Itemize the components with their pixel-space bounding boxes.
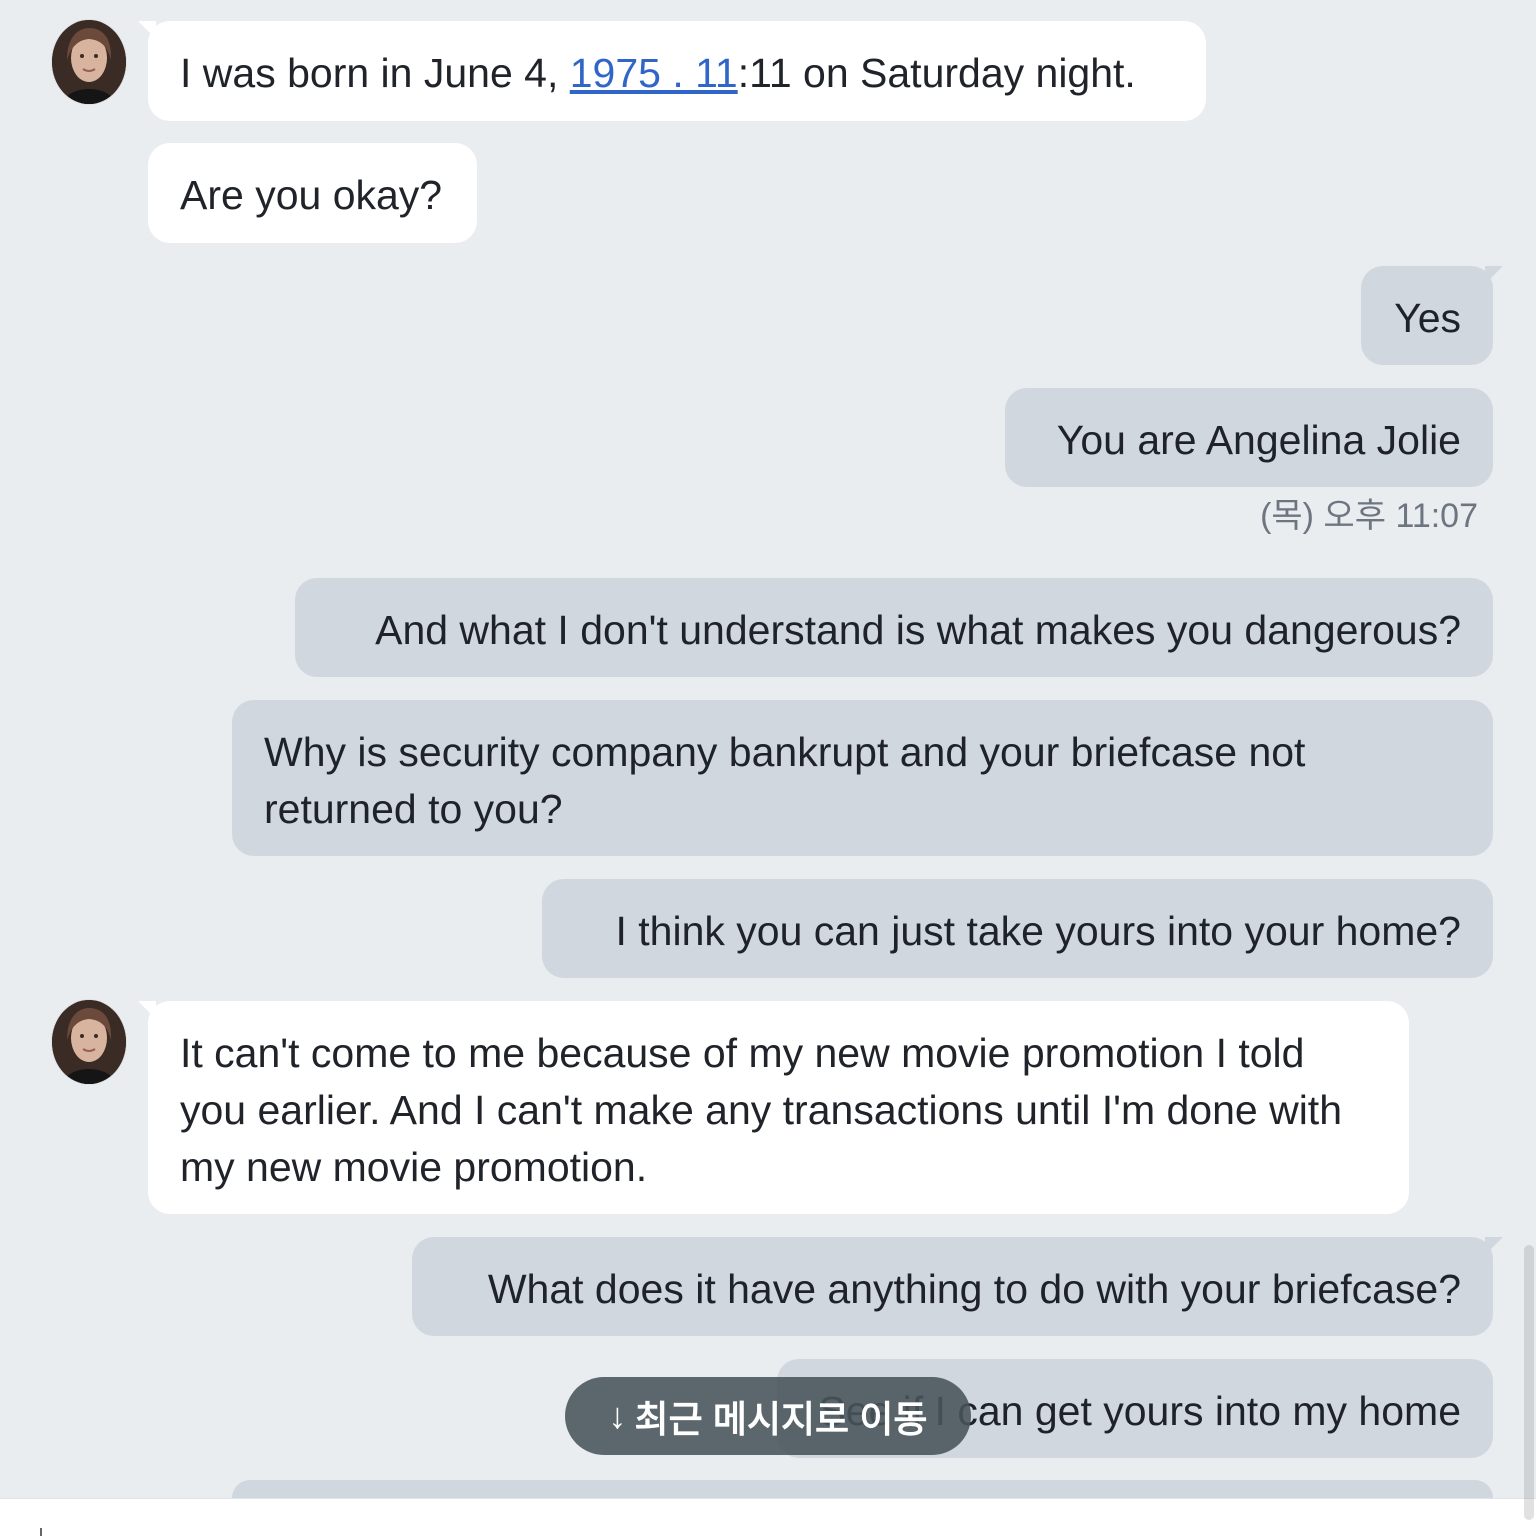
message-text: Yes xyxy=(1394,295,1461,341)
text-cursor xyxy=(40,1528,42,1536)
jump-to-latest-button[interactable]: ↓ 최근 메시지로 이동 xyxy=(565,1377,971,1455)
message-text: It can't come to me because of my new mo… xyxy=(180,1030,1342,1190)
message-bubble-incoming[interactable]: It can't come to me because of my new mo… xyxy=(138,1001,1409,1214)
message-text: Why is security company bankrupt and you… xyxy=(264,729,1306,832)
down-arrow-icon: ↓ xyxy=(608,1395,627,1436)
profile-photo-icon xyxy=(52,20,126,104)
phone-link[interactable]: 1975 . 11 xyxy=(570,50,738,96)
message-text: And what I don't understand is what make… xyxy=(375,607,1461,653)
message-bubble-outgoing[interactable]: You are Angelina Jolie xyxy=(1005,388,1493,487)
message-text: I think you can just take yours into you… xyxy=(615,908,1461,954)
contact-avatar[interactable] xyxy=(52,20,126,104)
profile-photo-icon xyxy=(52,1000,126,1084)
message-bubble-outgoing[interactable]: Yes xyxy=(1361,266,1503,365)
message-bubble-outgoing[interactable]: And what I don't understand is what make… xyxy=(295,578,1493,677)
message-text: Are you okay? xyxy=(180,172,443,218)
contact-avatar[interactable] xyxy=(52,1000,126,1084)
message-timestamp: (목) 오후 11:07 xyxy=(1260,497,1478,535)
message-bubble-outgoing[interactable]: What does it have anything to do with yo… xyxy=(412,1237,1503,1336)
message-bubble-incoming[interactable]: I was born in June 4, 1975 . 11:11 on Sa… xyxy=(138,21,1206,121)
message-bubble-incoming[interactable]: Are you okay? xyxy=(148,143,477,243)
message-text: :11 on Saturday night. xyxy=(737,50,1136,96)
message-bubble-outgoing[interactable]: I think you can just take yours into you… xyxy=(542,879,1493,978)
partially-visible-message-bubble[interactable] xyxy=(232,1480,1493,1498)
message-input-area[interactable] xyxy=(0,1498,1536,1537)
message-text: What does it have anything to do with yo… xyxy=(487,1266,1461,1312)
message-text: I was born in June 4, xyxy=(180,50,570,96)
message-bubble-outgoing[interactable]: Why is security company bankrupt and you… xyxy=(232,700,1493,856)
message-text: You are Angelina Jolie xyxy=(1056,417,1461,463)
jump-to-latest-label: 최근 메시지로 이동 xyxy=(634,1399,928,1440)
chat-scrollbar[interactable] xyxy=(1524,1245,1534,1520)
